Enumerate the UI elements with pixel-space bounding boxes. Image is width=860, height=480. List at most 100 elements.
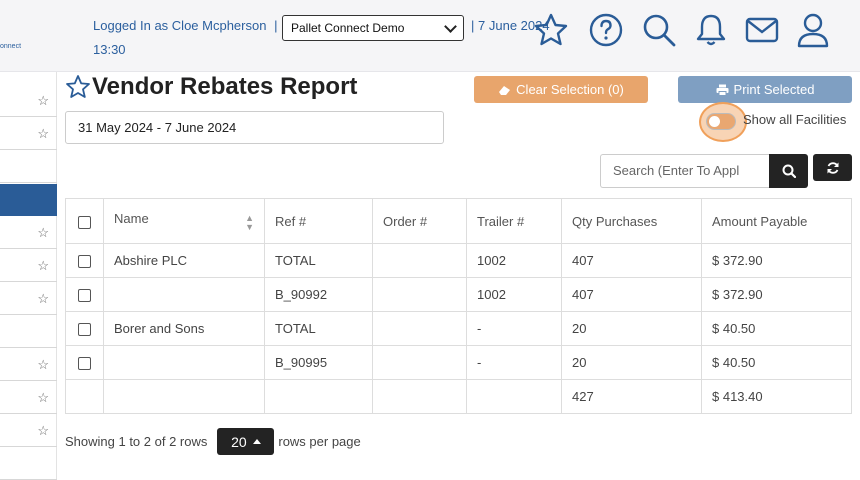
cell-order bbox=[372, 243, 467, 278]
user-icon[interactable] bbox=[795, 12, 831, 48]
page-title-row: Vendor Rebates Report bbox=[65, 73, 357, 101]
refresh-button[interactable] bbox=[813, 154, 852, 181]
star-icon[interactable]: ☆ bbox=[37, 423, 49, 439]
sidebar-item[interactable] bbox=[0, 316, 57, 348]
cell-amount: $ 372.90 bbox=[701, 277, 852, 312]
sidebar-item[interactable]: ☆ bbox=[0, 283, 57, 315]
toggle-switch[interactable] bbox=[706, 113, 736, 130]
sidebar-item[interactable]: ☆ bbox=[0, 349, 57, 381]
footer-empty-cell bbox=[65, 379, 104, 414]
search-button[interactable] bbox=[769, 154, 808, 188]
cell-ref: B_90995 bbox=[264, 345, 373, 380]
column-header-ref[interactable]: Ref # bbox=[264, 198, 373, 244]
print-selected-label: Print Selected bbox=[733, 82, 815, 97]
cell-ref: B_90992 bbox=[264, 277, 373, 312]
sidebar-item[interactable]: ☆ bbox=[0, 382, 57, 414]
footer-empty-cell bbox=[103, 379, 265, 414]
page-title: Vendor Rebates Report bbox=[92, 73, 358, 100]
cell-order bbox=[372, 277, 467, 312]
chevron-down-icon bbox=[444, 19, 457, 33]
cell-trailer: 1002 bbox=[466, 277, 562, 312]
show-all-facilities-label: Show all Facilities bbox=[743, 112, 847, 127]
help-icon[interactable] bbox=[588, 12, 624, 48]
date-range-input[interactable]: 31 May 2024 - 7 June 2024 bbox=[65, 111, 444, 144]
row-checkbox[interactable] bbox=[78, 289, 91, 303]
cell-ref: TOTAL bbox=[264, 243, 373, 278]
clear-selection-button[interactable]: Clear Selection (0) bbox=[474, 76, 648, 103]
row-checkbox[interactable] bbox=[78, 357, 91, 371]
logo-text: onnect bbox=[0, 43, 22, 50]
star-icon[interactable]: ☆ bbox=[37, 291, 49, 307]
sidebar-item[interactable]: ☆ bbox=[0, 85, 57, 117]
star-icon[interactable]: ☆ bbox=[37, 225, 49, 241]
column-header-trailer[interactable]: Trailer # bbox=[466, 198, 562, 244]
table-row[interactable]: B_90992 1002 407 $ 372.90 bbox=[65, 277, 852, 312]
cell-qty: 407 bbox=[561, 277, 702, 312]
favorites-star-icon[interactable] bbox=[533, 12, 569, 48]
star-icon[interactable]: ☆ bbox=[37, 126, 49, 142]
row-checkbox[interactable] bbox=[78, 255, 91, 269]
sort-icon[interactable]: ▲ ▼ bbox=[245, 213, 254, 232]
cell-trailer: 1002 bbox=[466, 243, 562, 278]
sidebar-item[interactable]: ☆ bbox=[0, 118, 57, 150]
refresh-icon bbox=[827, 161, 838, 174]
date-separator: | bbox=[471, 18, 475, 33]
star-icon[interactable]: ☆ bbox=[37, 357, 49, 373]
cell-name bbox=[103, 345, 265, 380]
sidebar-item[interactable]: ☆ bbox=[0, 217, 57, 249]
favorite-star-icon[interactable] bbox=[65, 74, 91, 100]
cell-amount: $ 40.50 bbox=[701, 311, 852, 346]
sidebar-item[interactable] bbox=[0, 151, 57, 183]
sidebar: ☆ ☆ ☆ ☆ ☆ ☆ ☆ ☆ bbox=[0, 72, 57, 480]
column-header-name[interactable]: Name ▲ ▼ bbox=[103, 198, 265, 244]
logged-in-text: Logged In as Cloe Mcpherson bbox=[93, 18, 267, 33]
footer-empty-cell bbox=[372, 379, 467, 414]
row-select-cell bbox=[65, 345, 104, 380]
separator: | bbox=[274, 18, 278, 33]
column-header-order[interactable]: Order # bbox=[372, 198, 467, 244]
row-select-cell bbox=[65, 277, 104, 312]
cell-qty: 20 bbox=[561, 311, 702, 346]
cell-order bbox=[372, 311, 467, 346]
table-row[interactable]: B_90995 - 20 $ 40.50 bbox=[65, 345, 852, 380]
column-header-amount[interactable]: Amount Payable bbox=[701, 198, 852, 244]
rows-per-page-label: rows per page bbox=[278, 434, 361, 449]
logged-in-user: Logged In as Cloe Mcpherson | bbox=[93, 18, 281, 33]
row-select-cell bbox=[65, 243, 104, 278]
star-icon[interactable]: ☆ bbox=[37, 93, 49, 109]
printer-icon bbox=[716, 84, 729, 96]
report-table: Name ▲ ▼ Ref # Order # Trailer # Qty Purch… bbox=[65, 198, 852, 414]
facility-select[interactable]: Pallet Connect Demo bbox=[282, 15, 464, 41]
app-logo[interactable]: onnect bbox=[0, 0, 58, 72]
table-row[interactable]: Borer and Sons TOTAL - 20 $ 40.50 bbox=[65, 311, 852, 346]
column-header-qty[interactable]: Qty Purchases bbox=[561, 198, 702, 244]
row-checkbox[interactable] bbox=[78, 323, 91, 337]
search-input[interactable]: Search (Enter To Appl bbox=[600, 154, 770, 188]
table-row[interactable]: Abshire PLC TOTAL 1002 407 $ 372.90 bbox=[65, 243, 852, 278]
facility-select-value: Pallet Connect Demo bbox=[291, 21, 405, 35]
pagination-summary: Showing 1 to 2 of 2 rows bbox=[65, 434, 208, 449]
mail-icon[interactable] bbox=[744, 12, 780, 48]
footer-qty-total: 427 bbox=[561, 379, 702, 414]
star-icon[interactable]: ☆ bbox=[37, 390, 49, 406]
cell-amount: $ 40.50 bbox=[701, 345, 852, 380]
sidebar-item[interactable]: ☆ bbox=[0, 415, 57, 447]
print-selected-button[interactable]: Print Selected bbox=[678, 76, 852, 103]
cell-qty: 20 bbox=[561, 345, 702, 380]
cell-name: Abshire PLC bbox=[103, 243, 265, 278]
column-label: Name bbox=[114, 210, 149, 226]
eraser-icon bbox=[499, 85, 511, 95]
select-all-checkbox[interactable] bbox=[78, 215, 91, 229]
star-icon[interactable]: ☆ bbox=[37, 258, 49, 274]
cell-name: Borer and Sons bbox=[103, 311, 265, 346]
sidebar-item-active[interactable] bbox=[0, 184, 57, 216]
page-size-dropdown[interactable]: 20 bbox=[217, 428, 275, 455]
search-icon[interactable] bbox=[641, 12, 677, 48]
cell-trailer: - bbox=[466, 345, 562, 380]
sidebar-item[interactable]: ☆ bbox=[0, 250, 57, 282]
cell-ref: TOTAL bbox=[264, 311, 373, 346]
top-header: onnect Logged In as Cloe Mcpherson | Pal… bbox=[0, 0, 860, 72]
cell-amount: $ 372.90 bbox=[701, 243, 852, 278]
sidebar-item[interactable] bbox=[0, 448, 57, 480]
bell-icon[interactable] bbox=[693, 12, 729, 48]
